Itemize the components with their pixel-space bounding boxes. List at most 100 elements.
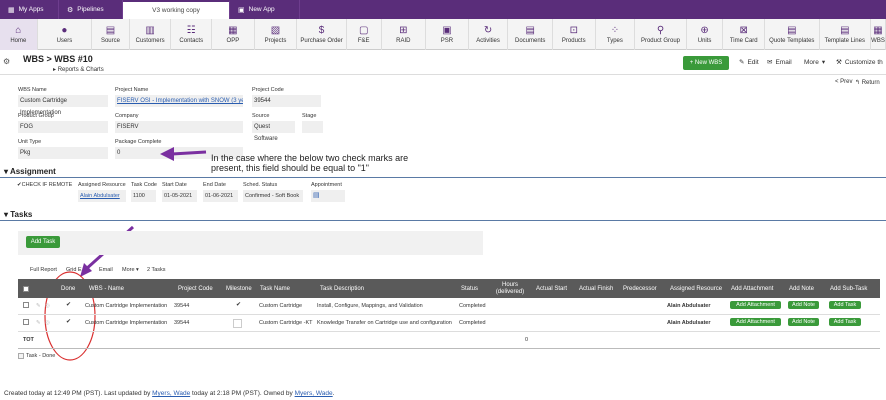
app-tab-bar: ▦ My Apps ⚙ Pipelines V3 working copy ▣ New… bbox=[0, 0, 886, 19]
nav-projects[interactable]: ▧ Projects bbox=[255, 19, 298, 50]
col-done[interactable]: Done bbox=[61, 279, 75, 298]
task-done-legend: Task - Done bbox=[18, 353, 55, 359]
fe-icon: ▢ bbox=[358, 24, 369, 36]
nav-fe[interactable]: ▢ F&E bbox=[347, 19, 382, 50]
edit-icon[interactable]: ✎ bbox=[36, 303, 41, 309]
status-cell: Completed bbox=[459, 303, 486, 309]
nav-activities[interactable]: ↻ Activities bbox=[469, 19, 509, 50]
task-more-menu[interactable]: More ▾ bbox=[122, 267, 139, 273]
product-group-label: Product Group bbox=[18, 113, 54, 119]
email-button[interactable]: ✉ Email bbox=[767, 58, 792, 67]
nav-products[interactable]: ⊡ Products bbox=[553, 19, 596, 50]
add-attachment-button[interactable]: Add Attachment bbox=[730, 301, 781, 309]
owned-by-link[interactable]: Myers, Wade bbox=[295, 390, 333, 397]
gear-icon[interactable]: ⚙ bbox=[3, 57, 10, 66]
nav-contacts[interactable]: ☷ Contacts bbox=[171, 19, 213, 50]
col-actual-start[interactable]: Actual Start bbox=[536, 279, 567, 298]
package-complete-label: Package Complete bbox=[115, 139, 162, 145]
col-task-name[interactable]: Task Name bbox=[260, 279, 290, 298]
add-task-button[interactable]: Add Task bbox=[26, 236, 60, 248]
tab-pipelines[interactable]: ⚙ Pipelines bbox=[59, 0, 123, 19]
row-checkbox[interactable] bbox=[23, 319, 29, 325]
nav-types[interactable]: ⁘ Types bbox=[596, 19, 636, 50]
updated-by-link[interactable]: Myers, Wade bbox=[152, 390, 190, 397]
task-add-panel bbox=[18, 231, 483, 255]
nav-purchase-order[interactable]: $ Purchase Order bbox=[297, 19, 347, 50]
nav-source[interactable]: ▤ Source bbox=[92, 19, 130, 50]
pipeline-icon: ⚙ bbox=[67, 6, 74, 14]
reports-charts-link[interactable]: ▸ Reports & Charts bbox=[53, 66, 104, 73]
nav-quote-templates[interactable]: ▤ Quote Templates bbox=[765, 19, 820, 50]
nav-product-group[interactable]: ⚲ Product Group bbox=[635, 19, 687, 50]
stage-value bbox=[302, 121, 323, 133]
task-email-link[interactable]: Email bbox=[99, 267, 113, 273]
view-icon[interactable]: ◎ bbox=[45, 320, 50, 326]
full-report-link[interactable]: Full Report bbox=[30, 267, 57, 273]
tab-new-app[interactable]: ▣ New App bbox=[230, 0, 300, 19]
nav-template-lines[interactable]: ▤ Template Lines bbox=[820, 19, 872, 50]
footer-audit: Created today at 12:49 PM (PST). Last up… bbox=[4, 390, 335, 397]
tab-v3-working-copy[interactable]: V3 working copy bbox=[123, 0, 230, 19]
col-task-description[interactable]: Task Description bbox=[320, 279, 364, 298]
new-wbs-button[interactable]: + New WBS bbox=[683, 56, 729, 70]
nav-units[interactable]: ⊕ Units bbox=[687, 19, 724, 50]
nav-home[interactable]: ⌂ Home bbox=[0, 19, 38, 50]
raid-icon: ⊞ bbox=[399, 24, 408, 36]
total-label: TOT bbox=[23, 337, 34, 343]
customize-button[interactable]: ⚒ Customize th bbox=[836, 58, 886, 67]
nav-customers[interactable]: ▥ Customers bbox=[130, 19, 172, 50]
tasks-section-title[interactable]: ▾ Tasks bbox=[4, 210, 32, 219]
project-name-link[interactable]: FISERV OSI - Implementation with SNOW (3… bbox=[115, 95, 243, 107]
col-milestone[interactable]: Milestone bbox=[226, 279, 252, 298]
return-link[interactable]: ↰ Return bbox=[855, 79, 880, 86]
breadcrumb-parent[interactable]: WBS bbox=[23, 54, 44, 64]
col-status[interactable]: Status bbox=[461, 279, 478, 298]
done-check-icon: ✔ bbox=[66, 302, 72, 308]
nav-wbs[interactable]: ▦ WBS bbox=[871, 19, 886, 50]
add-sub-task-button[interactable]: Add Task bbox=[829, 301, 861, 309]
nav-raid[interactable]: ⊞ RAID bbox=[382, 19, 427, 50]
wbs-name-label: WBS Name bbox=[18, 87, 47, 93]
edit-icon[interactable]: ✎ bbox=[36, 320, 41, 326]
project-code-cell: 39544 bbox=[174, 320, 190, 326]
nav-opp[interactable]: ▦ OPP bbox=[212, 19, 255, 50]
nav-users[interactable]: ● Users bbox=[38, 19, 93, 50]
table-row[interactable]: ✎ ◎ ✔ Custom Cartridge Implementation 39… bbox=[18, 298, 880, 315]
template-lines-icon: ▤ bbox=[840, 24, 850, 36]
tab-my-apps[interactable]: ▦ My Apps bbox=[0, 0, 59, 19]
assigned-resource-header: Assigned Resource bbox=[78, 182, 126, 188]
add-note-button[interactable]: Add Note bbox=[788, 318, 819, 326]
view-icon[interactable]: ◎ bbox=[45, 303, 50, 309]
grid-edit-link[interactable]: Grid E bbox=[66, 267, 82, 273]
nav-time-card[interactable]: ⊠ Time Card bbox=[723, 19, 766, 50]
check-if-remote-header: ✔CHECK IF REMOTE bbox=[17, 182, 73, 188]
select-all-checkbox[interactable] bbox=[23, 286, 29, 292]
add-note-button[interactable]: Add Note bbox=[788, 301, 819, 309]
col-project-code[interactable]: Project Code bbox=[178, 279, 213, 298]
col-add-sub-task[interactable]: Add Sub-Task bbox=[830, 279, 867, 298]
more-button[interactable]: More ▾ bbox=[804, 58, 825, 67]
project-code-cell: 39544 bbox=[174, 303, 190, 309]
nav-documents[interactable]: ▤ Documents bbox=[508, 19, 553, 50]
assigned-resource-cell: Alain Abdulsater bbox=[667, 320, 711, 326]
col-wbs-name[interactable]: WBS - Name bbox=[89, 279, 124, 298]
col-assigned-resource[interactable]: Assigned Resource bbox=[670, 279, 722, 298]
col-actual-finish[interactable]: Actual Finish bbox=[579, 279, 613, 298]
add-sub-task-button[interactable]: Add Task bbox=[829, 318, 861, 326]
col-add-note[interactable]: Add Note bbox=[789, 279, 814, 298]
add-attachment-button[interactable]: Add Attachment bbox=[730, 318, 781, 326]
nav-psr[interactable]: ▣ PSR bbox=[426, 19, 469, 50]
prev-link[interactable]: < Prev bbox=[835, 79, 853, 85]
appointment-value[interactable]: ▤ bbox=[311, 190, 345, 202]
home-icon: ⌂ bbox=[15, 24, 22, 36]
assignment-section-title[interactable]: ▾ Assignment bbox=[4, 167, 56, 176]
edit-button[interactable]: ✎ Edit bbox=[739, 58, 759, 67]
assigned-resource-link[interactable]: Alain Abdulsater bbox=[78, 190, 126, 202]
col-hours-delivered[interactable]: Hours (delivered) bbox=[492, 279, 528, 298]
col-add-attachment[interactable]: Add Attachment bbox=[731, 279, 773, 298]
table-row[interactable]: ✎ ◎ ✔ Custom Cartridge Implementation 39… bbox=[18, 315, 880, 332]
col-predecessor[interactable]: Predecessor bbox=[623, 279, 657, 298]
row-checkbox[interactable] bbox=[23, 302, 29, 308]
start-date-header: Start Date bbox=[162, 182, 187, 188]
start-date-value: 01-05-2021 bbox=[162, 190, 197, 202]
